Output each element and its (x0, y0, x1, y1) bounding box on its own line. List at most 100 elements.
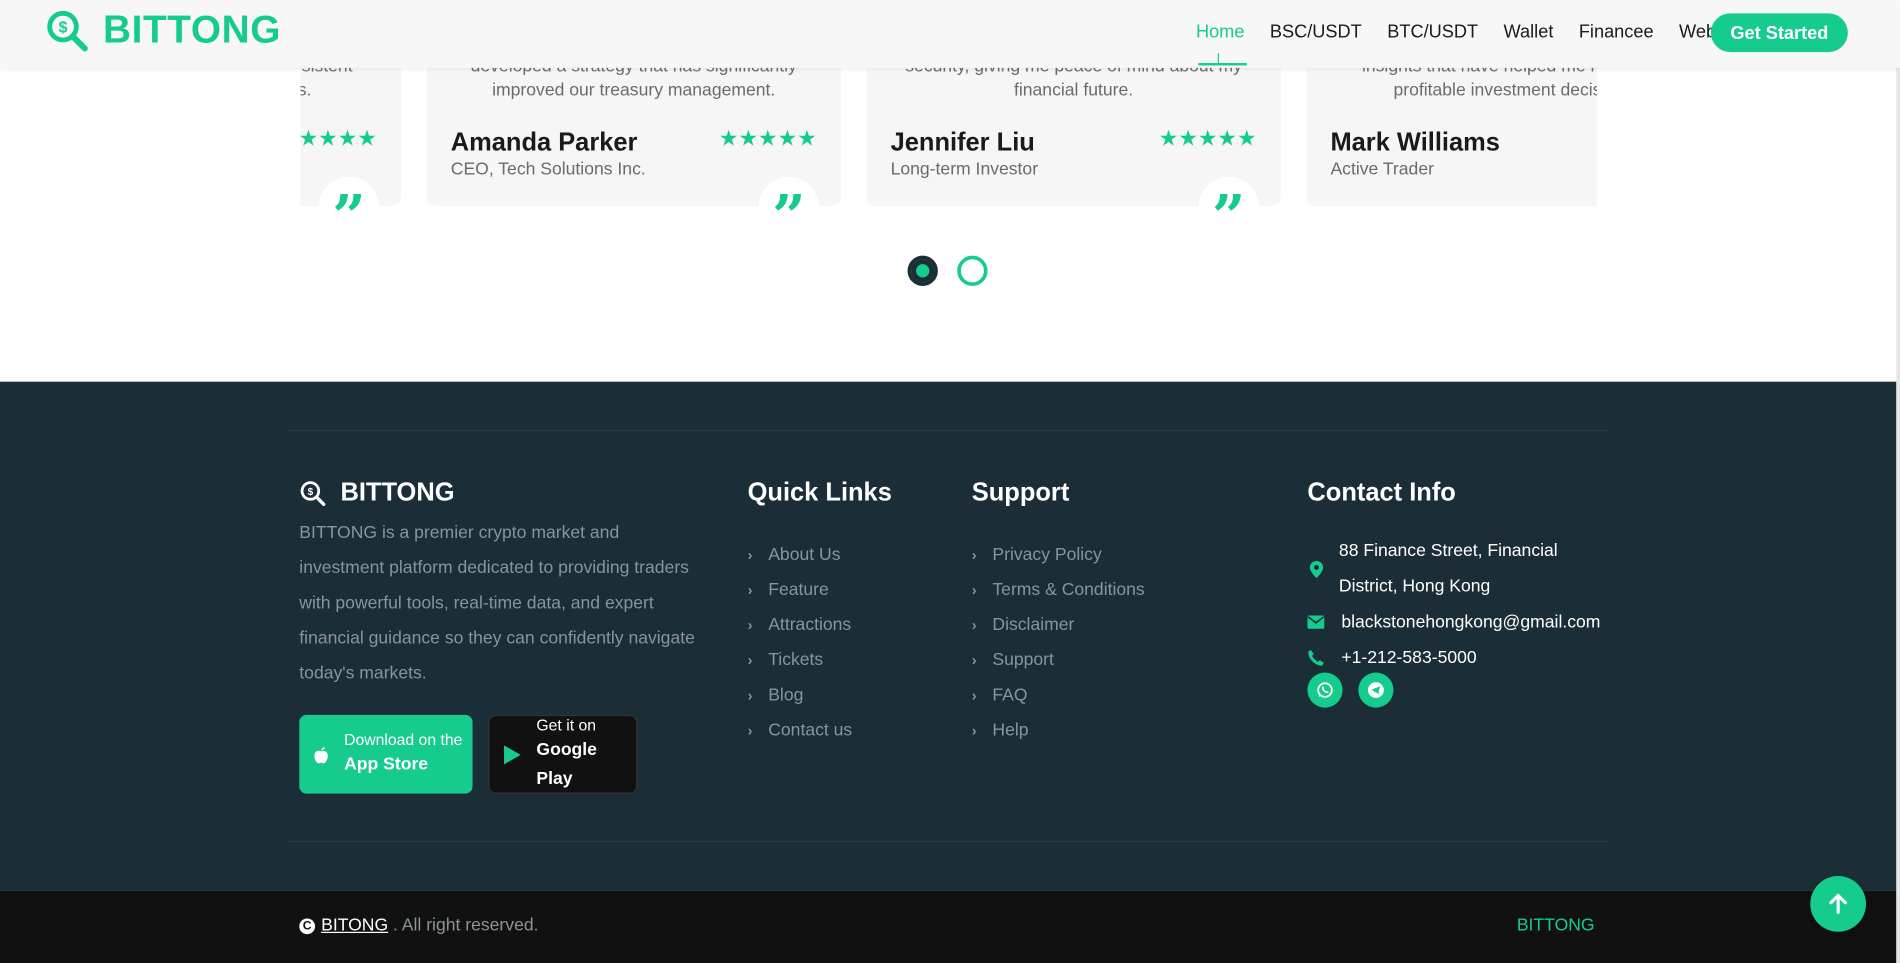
chevron-right-icon: › (747, 581, 753, 598)
phone-icon (1307, 649, 1324, 666)
chevron-right-icon: › (971, 651, 977, 669)
quick-links-title: Quick Links (747, 478, 892, 507)
chevron-right-icon: › (971, 545, 977, 563)
contact-address: 88 Finance Street, Financial District, H… (1307, 534, 1600, 604)
site-header: $ BITTONG Home BSC/USDT BTC/USDT Wallet … (0, 0, 1900, 68)
footer-link[interactable]: › Feature (748, 572, 853, 607)
footer-link[interactable]: › About Us (748, 537, 853, 572)
scroll-to-top-button[interactable] (1810, 876, 1867, 932)
footer-link[interactable]: › Help (972, 712, 1145, 747)
copyright-icon: C (299, 917, 316, 934)
footer-link[interactable]: › Disclaimer (972, 607, 1145, 642)
chevron-right-icon: › (971, 686, 977, 704)
footer-link[interactable]: › Contact us (748, 712, 853, 747)
apple-icon (314, 746, 328, 763)
footer-link-label: Terms & Conditions (992, 579, 1145, 600)
envelope-icon (1307, 615, 1325, 629)
app-store-button[interactable]: Download on the App Store (299, 714, 473, 794)
phone-text: +1-212-583-5000 (1341, 647, 1477, 668)
footer-link[interactable]: › Attractions (748, 607, 853, 642)
chevron-right-icon: › (747, 545, 753, 563)
chevron-right-icon: › (971, 581, 977, 598)
footer-link-label: About Us (768, 544, 841, 565)
chevron-right-icon: › (747, 686, 753, 704)
contact-email[interactable]: blackstonehongkong@gmail.com (1307, 605, 1600, 640)
footer-link-label: FAQ (992, 685, 1028, 705)
copyright-text: C BITONG. All right reserved. (299, 916, 538, 935)
nav-btc-usdt[interactable]: BTC/USDT (1387, 22, 1478, 43)
footer-link[interactable]: › Terms & Conditions (972, 572, 1145, 607)
testimonial-name: Mark Williams (1330, 128, 1500, 157)
nav-home[interactable]: Home (1196, 22, 1247, 66)
footer-link-label: Help (992, 720, 1029, 740)
nav-bsc-usdt[interactable]: BSC/USDT (1270, 22, 1362, 43)
carousel-pagination (907, 255, 988, 286)
quote-icon: ” (318, 176, 380, 242)
social-links (1307, 672, 1394, 708)
footer-brand-name: BITTONG (340, 478, 455, 507)
email-text: blackstonehongkong@gmail.com (1341, 612, 1601, 632)
quote-icon: ” (758, 176, 820, 242)
brand-name: BITTONG (102, 7, 282, 51)
main-nav: Home BSC/USDT BTC/USDT Wallet Financee W… (1196, 22, 1726, 66)
address-line-2: District, Hong Kong (1338, 576, 1491, 597)
footer-link-label: Privacy Policy (992, 544, 1102, 565)
footer-link-label: Support (992, 650, 1054, 670)
location-pin-icon (1307, 561, 1324, 578)
brand-logo[interactable]: $ BITTONG (45, 7, 281, 52)
footer-link-label: Tickets (768, 650, 824, 670)
footer-link-label: Blog (768, 685, 804, 705)
google-play-big: Google Play (536, 739, 597, 789)
footer-link[interactable]: › FAQ (972, 677, 1145, 712)
contact-title: Contact Info (1307, 478, 1456, 507)
divider (287, 430, 1608, 432)
testimonial-name: Jennifer Liu (890, 128, 1035, 157)
nav-financee[interactable]: Financee (1579, 22, 1654, 43)
nav-wallet[interactable]: Wallet (1504, 22, 1554, 43)
footer-link-label: Feature (768, 579, 829, 600)
copyright-bar: C BITONG. All right reserved. BITTONG (0, 890, 1897, 963)
get-started-button[interactable]: Get Started (1710, 13, 1848, 53)
google-play-button[interactable]: Get it on Google Play (488, 714, 638, 794)
telegram-icon[interactable] (1358, 672, 1394, 708)
quote-icon: ” (1198, 176, 1259, 242)
page-scrollbar[interactable] (1896, 0, 1900, 963)
site-footer: $ BITTONG BITTONG is a premier crypto ma… (0, 381, 1897, 891)
whatsapp-icon[interactable] (1307, 672, 1343, 708)
chevron-right-icon: › (971, 721, 977, 739)
rating-stars: ★★★★★ (718, 126, 817, 151)
testimonial-role: Long-term Investor (890, 159, 1039, 180)
copyright-link-label: BITONG (321, 916, 389, 936)
bottom-brand-link[interactable]: BITTONG (1517, 916, 1595, 935)
testimonial-quote-line: s. (301, 81, 312, 101)
testimonial-quote-line: improved our treasury management. (492, 81, 776, 101)
contact-phone[interactable]: +1-212-583-5000 (1307, 640, 1600, 675)
app-store-small: Download on the (344, 730, 463, 749)
footer-link-label: Disclaimer (992, 614, 1075, 635)
footer-link[interactable]: › Privacy Policy (972, 537, 1145, 572)
carousel-dot-1[interactable] (907, 255, 938, 286)
testimonial-name: Amanda Parker (450, 128, 638, 157)
divider (287, 840, 1608, 843)
testimonial-quote-line: financial future. (1013, 81, 1134, 101)
app-store-big: App Store (344, 754, 429, 774)
footer-brand[interactable]: $ BITTONG (299, 478, 455, 508)
chevron-right-icon: › (971, 616, 977, 634)
carousel-dot-2[interactable] (957, 255, 988, 286)
testimonial-quote-line: profitable investment decis (1393, 81, 1598, 101)
copyright-link[interactable]: C BITONG (299, 916, 388, 935)
quick-links-list: › About Us › Feature › Attractions › Tickets… (748, 537, 853, 748)
svg-text:$: $ (308, 487, 314, 498)
footer-link[interactable]: › Tickets (748, 642, 853, 677)
footer-link[interactable]: › Support (972, 642, 1145, 677)
arrow-up-icon (1829, 893, 1847, 914)
search-dollar-icon: $ (47, 10, 88, 51)
footer-link[interactable]: › Blog (748, 677, 853, 712)
chevron-right-icon: › (747, 721, 753, 739)
copyright-rest: . All right reserved. (392, 916, 539, 936)
footer-link-label: Contact us (768, 720, 853, 740)
contact-info: 88 Finance Street, Financial District, H… (1307, 534, 1600, 675)
testimonial-role: Active Trader (1330, 159, 1434, 180)
footer-link-label: Attractions (768, 614, 852, 635)
chevron-right-icon: › (747, 616, 753, 634)
